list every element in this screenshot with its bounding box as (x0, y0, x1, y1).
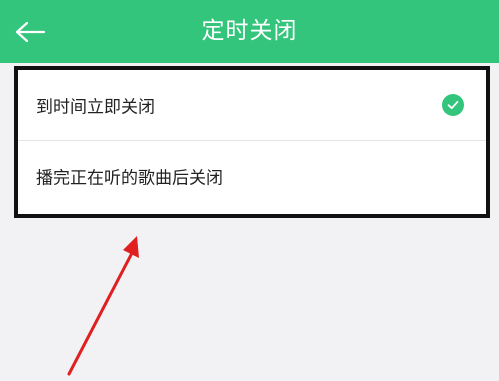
option-close-immediately[interactable]: 到时间立即关闭 (18, 70, 486, 141)
option-label: 播完正在听的歌曲后关闭 (36, 168, 223, 189)
check-icon (442, 94, 464, 116)
option-close-after-current-song[interactable]: 播完正在听的歌曲后关闭 (18, 141, 486, 211)
option-label: 到时间立即关闭 (36, 97, 155, 118)
shutdown-options-list: 到时间立即关闭 播完正在听的歌曲后关闭 (14, 66, 490, 218)
page-title: 定时关闭 (201, 18, 298, 44)
top-app-bar: 定时关闭 (0, 0, 499, 63)
